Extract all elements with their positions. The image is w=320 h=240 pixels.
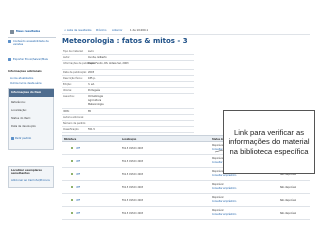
info-heading: Informações adicionais	[8, 70, 42, 73]
item-info-reference: Referência:	[11, 101, 26, 104]
export-link[interactable]: Exportar Envio/Salvar/Mais	[13, 58, 55, 61]
previous-link[interactable]: Anterior	[112, 29, 122, 32]
holdings-header-location: Localização	[122, 138, 137, 141]
library-link[interactable]: UPF	[76, 173, 80, 176]
record-title: Meteorologia : fatos & mitos - 3	[62, 37, 188, 45]
sidebar-link-updated[interactable]: Livros atualizados	[10, 77, 33, 80]
request-icon	[11, 137, 14, 140]
favorites-link[interactable]: Conteúdo acessibilidade de versões	[13, 40, 55, 47]
library-link[interactable]: UPF	[76, 147, 80, 150]
record-counter: 1 de 10.000.1	[130, 29, 149, 32]
availability-icon	[71, 173, 74, 176]
loan-info-link[interactable]: Consultar empréstimo	[212, 174, 236, 177]
sidebar-link-series[interactable]: Outros livros desta série	[10, 82, 42, 85]
table-row: UPF 551.5 C972m 2003 Disponível Consulta…	[62, 194, 310, 207]
item-info-panel: Informações do Item Referência: Localiza…	[8, 88, 54, 150]
back-to-results-link[interactable]: < Lista de resultados	[64, 29, 92, 32]
loan-info-link[interactable]: Consultar empréstimo	[212, 200, 236, 203]
holdings-header-library: Biblioteca	[64, 138, 77, 141]
table-row: UPF 551.5 C972m 2003 Disponível Consulta…	[62, 181, 310, 194]
next-link[interactable]: Próximo	[96, 29, 106, 32]
similar-items-link[interactable]: Adicionar ao Carrinho/Procura	[11, 179, 53, 182]
item-info-due-date: Data de devolução:	[11, 125, 37, 128]
similar-items-title: Localizar exemplares semelhantes	[11, 169, 42, 176]
availability-icon	[71, 199, 74, 202]
library-link[interactable]: UPF	[76, 160, 80, 163]
toolbar: < Lista de resultados Próximo Anterior 1…	[62, 28, 310, 35]
availability-icon	[71, 212, 74, 215]
availability-icon	[71, 147, 74, 150]
subject-link[interactable]: Climatologia	[88, 95, 103, 98]
similar-items-box: Localizar exemplares semelhantes Adicion…	[8, 166, 54, 188]
field-row: Classificação: 551.5	[62, 127, 194, 133]
loan-info-link[interactable]: Consultar empréstimo	[212, 213, 236, 216]
results-icon	[10, 30, 14, 34]
subject-link[interactable]: Agricultura	[88, 99, 101, 102]
availability-icon	[71, 186, 74, 189]
subject-link[interactable]: Meteorologia	[88, 103, 104, 106]
field-row: Informações de publicação: Passo Fundo, R…	[62, 61, 194, 70]
field-row-subjects: Assuntos: Climatologia Agricultura Meteo…	[62, 94, 194, 109]
results-header[interactable]: Meus resultados	[16, 30, 40, 33]
item-info-location: Localização:	[11, 109, 27, 112]
library-link[interactable]: UPF	[76, 212, 80, 215]
sidebar: Meus resultados Conteúdo acessibilidade …	[8, 28, 56, 218]
folder-icon	[8, 40, 11, 43]
table-row: UPF 551.5 C972m 2003 Disponível Consulta…	[62, 207, 310, 220]
library-link[interactable]: UPF	[76, 199, 80, 202]
item-info-panel-title: Informações do Item	[9, 89, 54, 97]
request-link[interactable]: Pedir pedido	[15, 137, 31, 140]
availability-icon	[71, 160, 74, 163]
annotation-callout: Link para verificar as informações do ma…	[223, 110, 315, 174]
library-link[interactable]: UPF	[76, 186, 80, 189]
export-icon	[8, 58, 11, 61]
item-info-status: Status do Item:	[11, 117, 31, 120]
loan-info-link[interactable]: Consultar empréstimo	[212, 187, 236, 190]
